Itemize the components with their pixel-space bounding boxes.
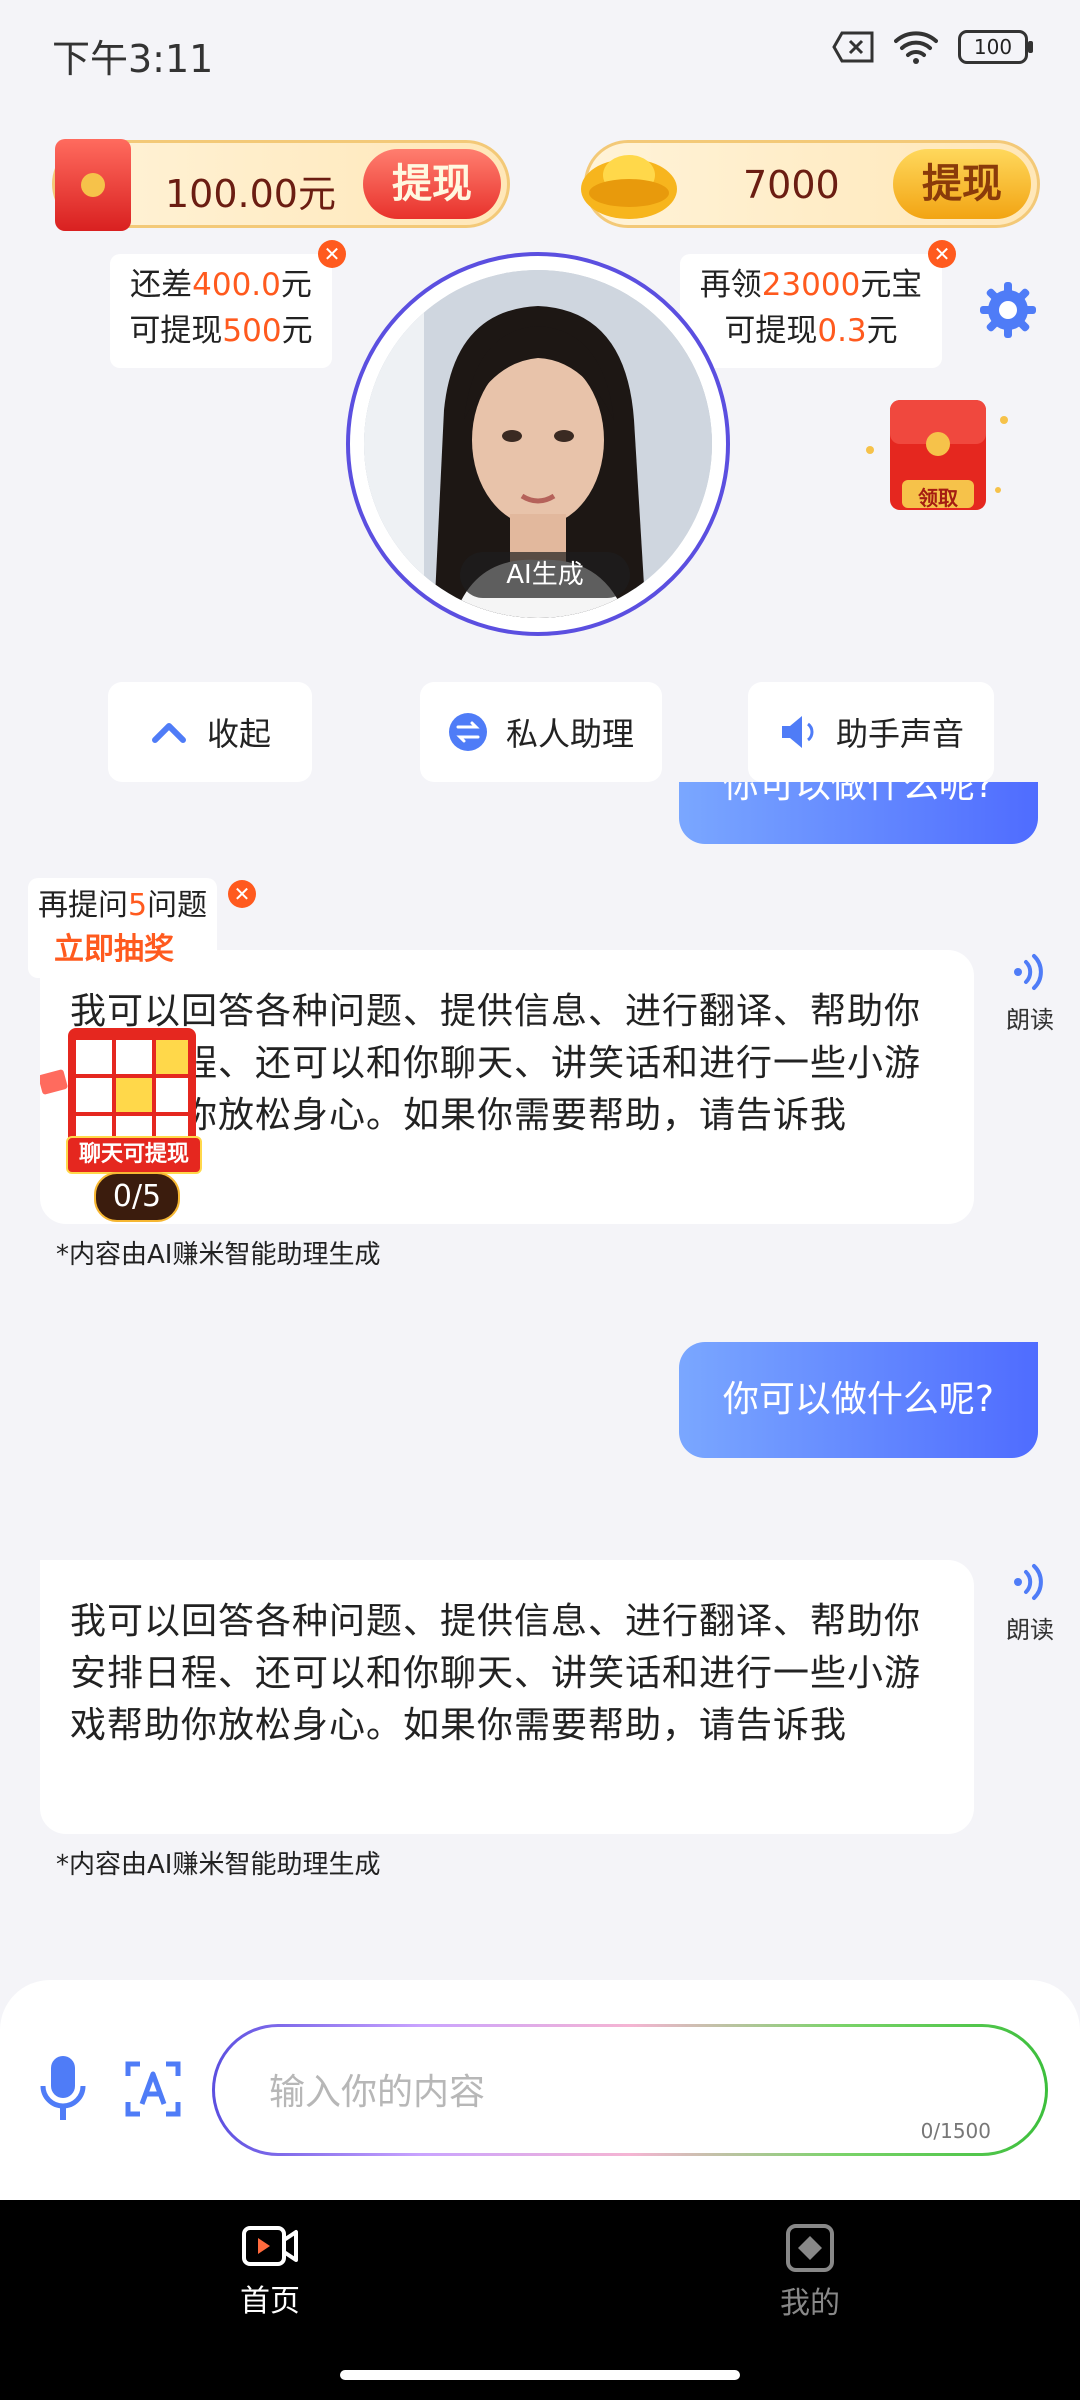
microphone-icon[interactable] — [38, 2054, 88, 2126]
promo-text: 再提问 — [38, 888, 128, 923]
assistant-voice-button[interactable]: 助手声音 — [748, 682, 994, 782]
gold-ingot-icon — [581, 155, 677, 219]
chat-clip: 你可以做什么呢? — [0, 782, 1080, 848]
user-message-bubble: 你可以做什么呢? — [678, 782, 1038, 844]
wifi-icon — [894, 31, 938, 64]
lottery-progress: 0/5 — [94, 1172, 180, 1222]
assistant-voice-label: 助手声音 — [835, 715, 964, 753]
character-counter: 0/1500 — [920, 2119, 991, 2143]
home-indicator[interactable] — [340, 2370, 740, 2380]
promo-tip[interactable]: 再提问5问题 立即抽奖 — [28, 878, 218, 978]
ai-generated-tag: AI生成 — [460, 552, 630, 598]
message-input[interactable]: 输入你的内容 0/1500 — [212, 2024, 1048, 2156]
gold-tip-text: 再领 — [699, 267, 762, 303]
ai-content-note: *内容由AI赚米智能助理生成 — [56, 1850, 381, 1880]
promo-text: 问题 — [147, 888, 208, 923]
text-recognition-icon[interactable] — [124, 2060, 182, 2118]
gold-withdraw-button[interactable]: 提现 — [893, 149, 1031, 219]
read-aloud-button[interactable]: 朗读 — [1000, 1560, 1060, 1645]
assistant-avatar[interactable]: AI生成 — [346, 252, 730, 636]
nav-mine-label: 我的 — [780, 2286, 840, 2321]
cash-tip-text: 元 — [280, 267, 312, 303]
user-message-bubble: 你可以做什么呢? — [678, 1342, 1038, 1458]
cash-tip-text: 可提现 — [129, 313, 223, 349]
read-aloud-label: 朗读 — [1006, 1006, 1054, 1034]
speaker-icon — [781, 716, 814, 748]
lottery-grid-title: 聊天可提现 — [66, 1136, 202, 1174]
gold-tip-highlight: 23000 — [761, 267, 861, 303]
cash-withdraw-button[interactable]: 提现 — [363, 149, 501, 219]
lottery-link[interactable]: 立即抽奖 — [38, 928, 207, 972]
ai-content-note: *内容由AI赚米智能助理生成 — [56, 1240, 381, 1270]
read-aloud-button[interactable]: 朗读 — [1000, 950, 1060, 1035]
gold-card[interactable]: 7000 提现 — [581, 140, 1040, 228]
close-icon[interactable]: ✕ — [318, 240, 346, 268]
collapse-button[interactable]: 收起 — [108, 682, 312, 782]
nav-home[interactable]: 首页 — [170, 2222, 370, 2320]
private-assistant-button[interactable]: 私人助理 — [420, 682, 662, 782]
sim-off-icon — [832, 31, 874, 63]
cash-tip: 还差400.0元 可提现500元 — [110, 254, 332, 368]
collapse-label: 收起 — [206, 715, 271, 753]
close-icon[interactable]: ✕ — [928, 240, 956, 268]
input-placeholder: 输入你的内容 — [269, 2072, 486, 2113]
video-icon — [242, 2226, 298, 2266]
cash-tip-highlight: 400.0 — [192, 267, 281, 303]
sound-wave-icon — [1014, 954, 1043, 990]
private-assistant-label: 私人助理 — [505, 715, 634, 753]
gold-tip-highlight: 0.3 — [817, 313, 867, 349]
status-icons: 100 — [832, 30, 1033, 64]
promo-count-highlight: 5 — [128, 888, 148, 923]
gold-tip-text: 可提现 — [724, 313, 818, 349]
cash-tip-highlight: 500 — [222, 313, 282, 349]
gold-amount: 7000 — [743, 163, 840, 207]
nav-mine[interactable]: 我的 — [710, 2222, 910, 2322]
ai-message-bubble: 我可以回答各种问题、提供信息、进行翻译、帮助你安排日程、还可以和你聊天、讲笑话和… — [40, 1560, 974, 1834]
profile-diamond-icon — [786, 2224, 834, 2272]
status-time: 下午3:11 — [52, 37, 214, 81]
gift-claim-label: 领取 — [918, 486, 958, 510]
battery-icon: 100 — [958, 30, 1033, 64]
cash-tip-text: 元 — [281, 313, 313, 349]
gift-box-icon[interactable]: 领取 — [848, 380, 1020, 540]
gold-tip-text: 元 — [866, 313, 898, 349]
cash-tip-text: 还差 — [130, 267, 193, 303]
gold-tip-text: 元宝 — [860, 267, 923, 303]
gift-envelope-icon — [866, 400, 1008, 510]
gold-tip: 再领23000元宝 可提现0.3元 — [680, 254, 942, 368]
read-aloud-label: 朗读 — [1006, 1616, 1054, 1644]
gear-icon[interactable] — [978, 280, 1038, 340]
nav-home-label: 首页 — [240, 2284, 300, 2319]
cash-amount: 100.00元 — [165, 172, 336, 216]
red-packet-icon — [55, 139, 131, 231]
close-icon[interactable]: ✕ — [228, 880, 256, 908]
cash-card[interactable]: 100.00元 提现 — [52, 139, 510, 231]
chevron-up-icon — [151, 723, 186, 743]
switch-icon — [448, 713, 487, 751]
sound-wave-icon — [1014, 1564, 1043, 1600]
